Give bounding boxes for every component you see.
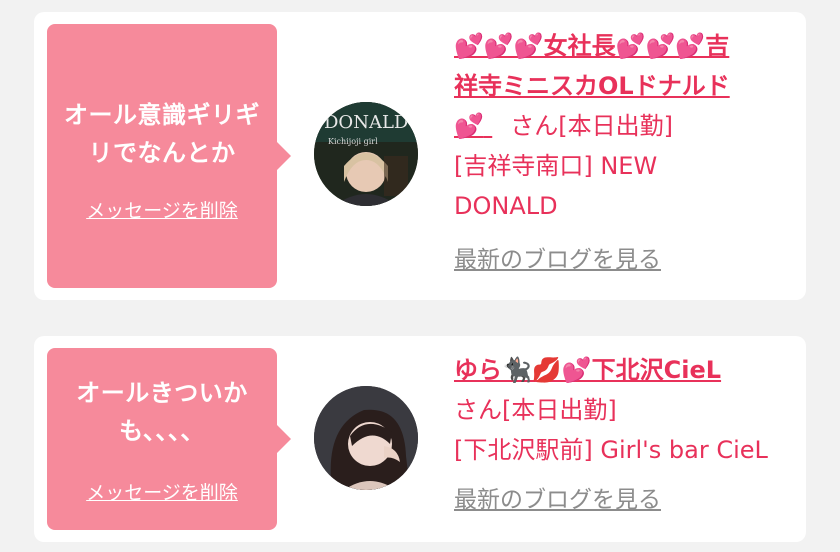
delete-message-link[interactable]: メッセージを削除 bbox=[47, 196, 277, 223]
sender-info: 💕💕💕女社長💕💕💕吉 祥寺ミニスカOLドナルド 💕 さん[本日出勤] [吉祥寺南… bbox=[454, 26, 792, 280]
sender-info: ゆら🐈‍⬛💋💕下北沢CieL さん[本日出勤] [下北沢駅前] Girl's b… bbox=[454, 350, 792, 520]
message-card: オール意識ギリギリでなんとか メッセージを削除 DONALD Kichijoji… bbox=[34, 12, 806, 300]
avatar[interactable] bbox=[314, 386, 418, 490]
sender-status: さん[本日出勤] bbox=[454, 396, 617, 424]
avatar-sign-text: DONALD bbox=[324, 112, 408, 133]
message-bubble: オール意識ギリギリでなんとか メッセージを削除 bbox=[47, 24, 291, 288]
sender-name-link[interactable]: ゆら🐈‍⬛💋💕下北沢CieL bbox=[454, 356, 721, 384]
avatar[interactable]: DONALD Kichijoji girl bbox=[314, 102, 418, 206]
sender-status: さん[本日出勤] bbox=[510, 112, 673, 140]
latest-blog-link[interactable]: 最新のブログを見る bbox=[454, 480, 792, 520]
message-text: オールきついかも、、、、 bbox=[76, 379, 248, 445]
message-card: オールきついかも、、、、 メッセージを削除 ゆら🐈‍⬛💋💕下北沢CieL さん[… bbox=[34, 336, 806, 542]
shop-name: [吉祥寺南口] NEW DONALD bbox=[454, 152, 658, 220]
shop-name: [下北沢駅前] Girl's bar CieL bbox=[454, 436, 768, 464]
latest-blog-link[interactable]: 最新のブログを見る bbox=[454, 240, 792, 280]
delete-message-link[interactable]: メッセージを削除 bbox=[47, 478, 277, 505]
message-text: オール意識ギリギリでなんとか bbox=[64, 101, 260, 167]
message-bubble: オールきついかも、、、、 メッセージを削除 bbox=[47, 348, 291, 530]
avatar-sign-subtext: Kichijoji girl bbox=[328, 137, 378, 146]
